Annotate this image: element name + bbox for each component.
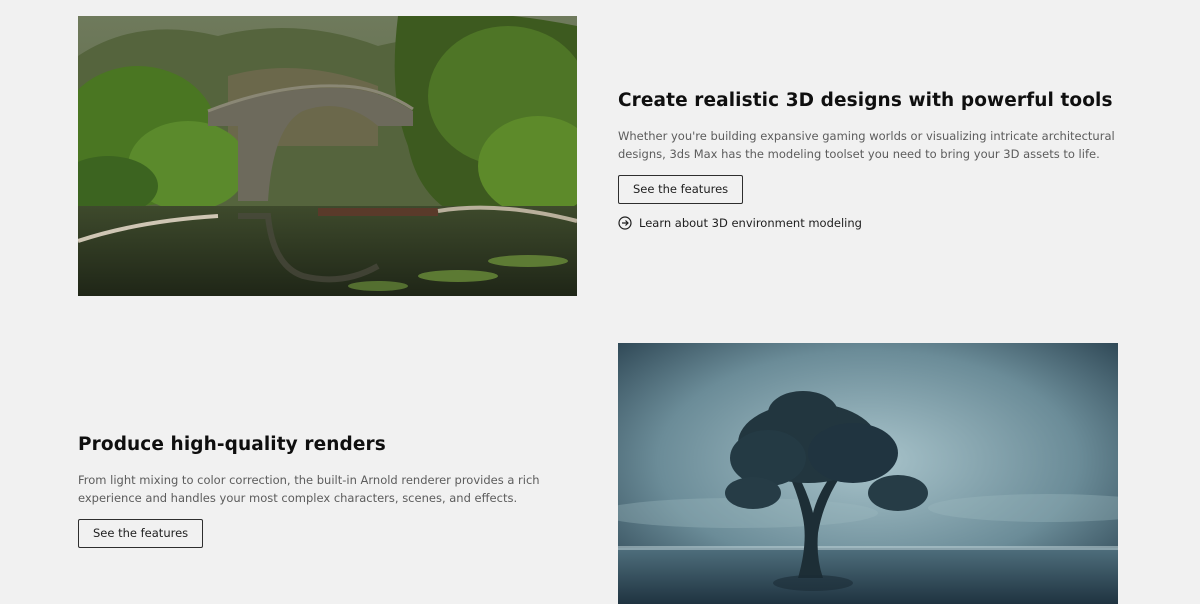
section-description: From light mixing to color correction, t…	[78, 473, 540, 505]
arrow-circle-right-icon	[618, 216, 632, 230]
section-description: Whether you're building expansive gaming…	[618, 129, 1115, 161]
see-features-button[interactable]: See the features	[618, 175, 744, 204]
tree-image	[618, 343, 1118, 604]
learn-environment-modeling-link[interactable]: Learn about 3D environment modeling	[618, 216, 1138, 230]
page: Create realistic 3D designs with powerfu…	[0, 0, 1200, 604]
link-label: Learn about 3D environment modeling	[639, 216, 862, 230]
see-features-button[interactable]: See the features	[78, 519, 204, 548]
bridge-image	[78, 16, 577, 296]
section-heading: Create realistic 3D designs with powerfu…	[618, 90, 1113, 111]
section-modeling: Create realistic 3D designs with powerfu…	[618, 88, 1138, 230]
section-heading: Produce high-quality renders	[78, 434, 386, 455]
section-rendering: Produce high-quality renders From light …	[78, 432, 558, 548]
